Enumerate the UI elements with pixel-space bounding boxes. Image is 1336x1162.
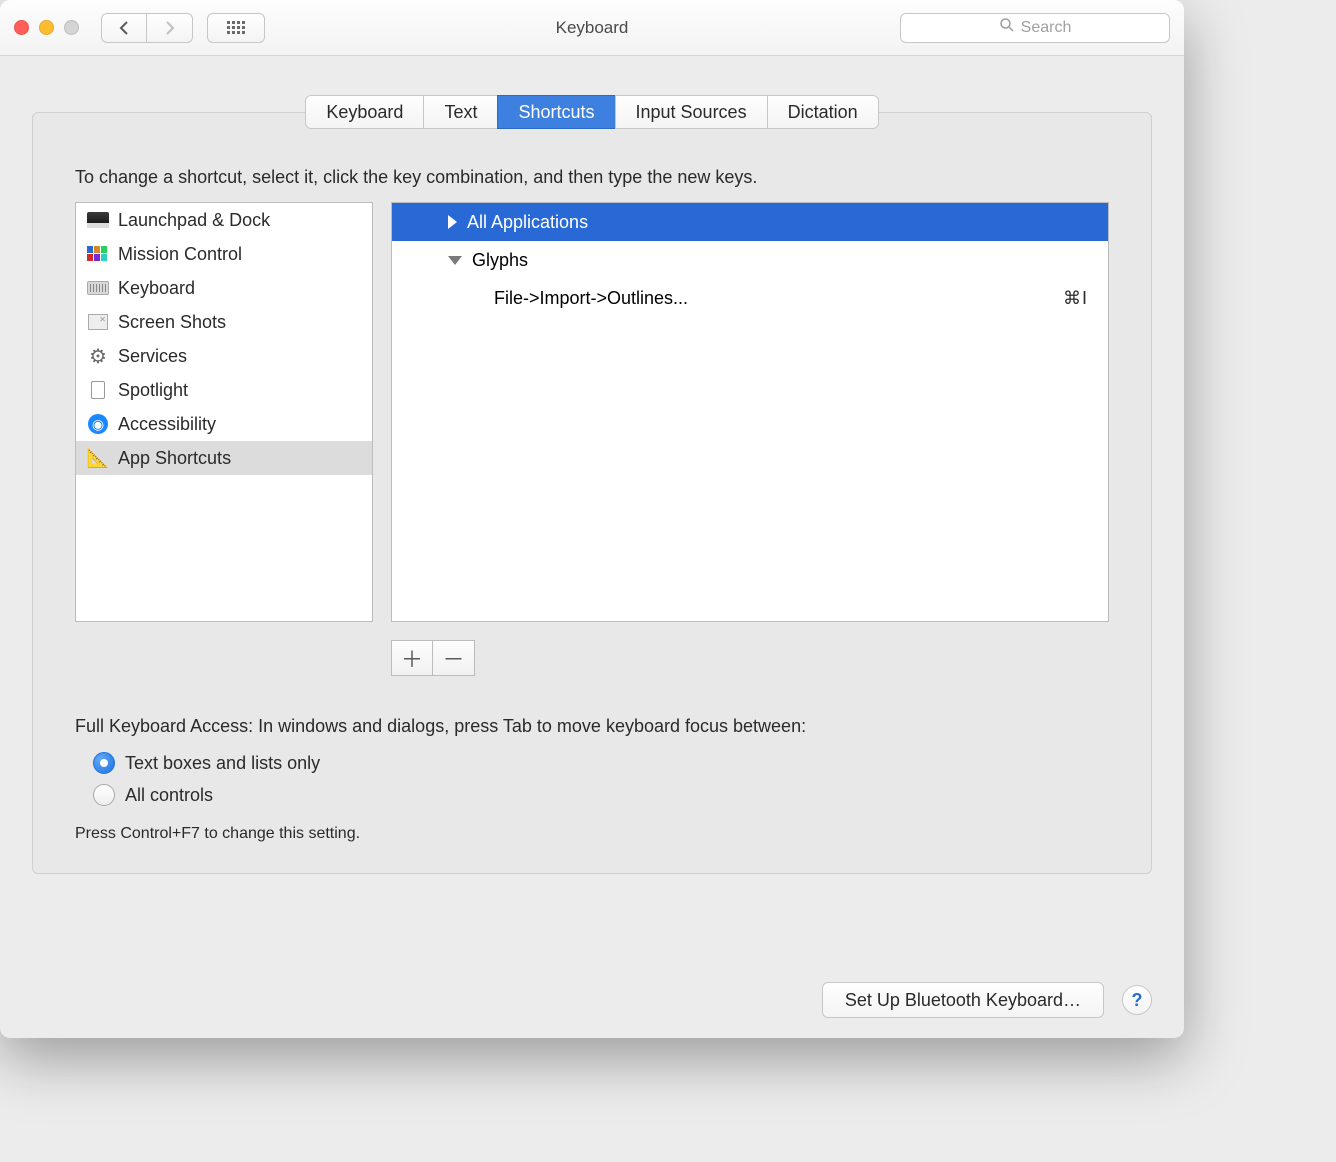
category-mission-control[interactable]: Mission Control <box>76 237 372 271</box>
fka-option-all-controls[interactable]: All controls <box>93 779 1151 811</box>
tab-keyboard[interactable]: Keyboard <box>305 95 423 129</box>
fka-hint: Press Control+F7 to change this setting. <box>75 825 1109 843</box>
help-button[interactable]: ? <box>1122 985 1152 1015</box>
plus-icon: ＋ <box>401 642 423 674</box>
shortcut-key[interactable]: ⌘I <box>1063 288 1088 309</box>
traffic-lights <box>14 20 79 35</box>
radio-label: All controls <box>125 785 213 806</box>
tab-input-sources[interactable]: Input Sources <box>615 95 767 129</box>
minus-icon: － <box>442 642 464 674</box>
forward-button <box>147 13 193 43</box>
setup-bluetooth-button[interactable]: Set Up Bluetooth Keyboard… <box>822 982 1104 1018</box>
app-shortcuts-icon: 📐 <box>86 448 110 468</box>
instructions-label: To change a shortcut, select it, click t… <box>75 167 1109 188</box>
grid-icon <box>227 21 245 34</box>
footer: Set Up Bluetooth Keyboard… ? <box>822 982 1152 1018</box>
search-icon <box>999 17 1015 38</box>
category-list[interactable]: Launchpad & Dock Mission Control Keyboar… <box>75 202 373 622</box>
category-launchpad[interactable]: Launchpad & Dock <box>76 203 372 237</box>
category-label: Screen Shots <box>118 312 226 333</box>
tab-text[interactable]: Text <box>423 95 497 129</box>
keyboard-icon <box>86 278 110 298</box>
category-accessibility[interactable]: ◉ Accessibility <box>76 407 372 441</box>
category-label: Keyboard <box>118 278 195 299</box>
tree-glyphs[interactable]: Glyphs <box>392 241 1108 279</box>
category-keyboard[interactable]: Keyboard <box>76 271 372 305</box>
accessibility-icon: ◉ <box>86 414 110 434</box>
category-label: Services <box>118 346 187 367</box>
search-placeholder: Search <box>1021 19 1072 37</box>
zoom-window-button <box>64 20 79 35</box>
category-app-shortcuts[interactable]: 📐 App Shortcuts <box>76 441 372 475</box>
titlebar: Keyboard Search <box>0 0 1184 56</box>
preferences-window: Keyboard Search Keyboard Text Shortcuts … <box>0 0 1184 1038</box>
disclosure-right-icon[interactable] <box>448 215 457 229</box>
tab-dictation[interactable]: Dictation <box>767 95 879 129</box>
screenshots-icon <box>86 312 110 332</box>
radio-label: Text boxes and lists only <box>125 753 320 774</box>
fka-option-text-boxes[interactable]: Text boxes and lists only <box>93 747 1151 779</box>
tab-bar: Keyboard Text Shortcuts Input Sources Di… <box>33 95 1151 129</box>
content-panel: Keyboard Text Shortcuts Input Sources Di… <box>32 112 1152 874</box>
remove-button[interactable]: － <box>433 640 475 676</box>
search-input[interactable]: Search <box>900 13 1170 43</box>
show-all-button[interactable] <box>207 13 265 43</box>
radio-button[interactable] <box>93 784 115 806</box>
category-spotlight[interactable]: Spotlight <box>76 373 372 407</box>
category-label: App Shortcuts <box>118 448 231 469</box>
gear-icon: ⚙ <box>86 346 110 366</box>
add-button[interactable]: ＋ <box>391 640 433 676</box>
category-label: Mission Control <box>118 244 242 265</box>
category-screen-shots[interactable]: Screen Shots <box>76 305 372 339</box>
tree-label: Glyphs <box>472 250 528 271</box>
radio-button[interactable] <box>93 752 115 774</box>
full-keyboard-access-label: Full Keyboard Access: In windows and dia… <box>75 716 1109 737</box>
category-services[interactable]: ⚙ Services <box>76 339 372 373</box>
minimize-window-button[interactable] <box>39 20 54 35</box>
tab-shortcuts[interactable]: Shortcuts <box>497 95 614 129</box>
tree-shortcut-item[interactable]: File->Import->Outlines... ⌘I <box>392 279 1108 317</box>
panes: Launchpad & Dock Mission Control Keyboar… <box>75 202 1109 622</box>
shortcut-tree[interactable]: All Applications Glyphs File->Import->Ou… <box>391 202 1109 622</box>
category-label: Accessibility <box>118 414 216 435</box>
add-remove-buttons: ＋ － <box>391 640 1151 676</box>
tree-all-applications[interactable]: All Applications <box>392 203 1108 241</box>
shortcut-menu-path: File->Import->Outlines... <box>494 288 688 309</box>
nav-buttons <box>101 13 193 43</box>
disclosure-down-icon[interactable] <box>448 256 462 265</box>
back-button[interactable] <box>101 13 147 43</box>
category-label: Spotlight <box>118 380 188 401</box>
close-window-button[interactable] <box>14 20 29 35</box>
category-label: Launchpad & Dock <box>118 210 270 231</box>
tree-label: All Applications <box>467 212 588 233</box>
spotlight-icon <box>86 380 110 400</box>
fka-radio-group: Text boxes and lists only All controls <box>93 747 1151 811</box>
mission-control-icon <box>86 244 110 264</box>
launchpad-icon <box>86 210 110 230</box>
